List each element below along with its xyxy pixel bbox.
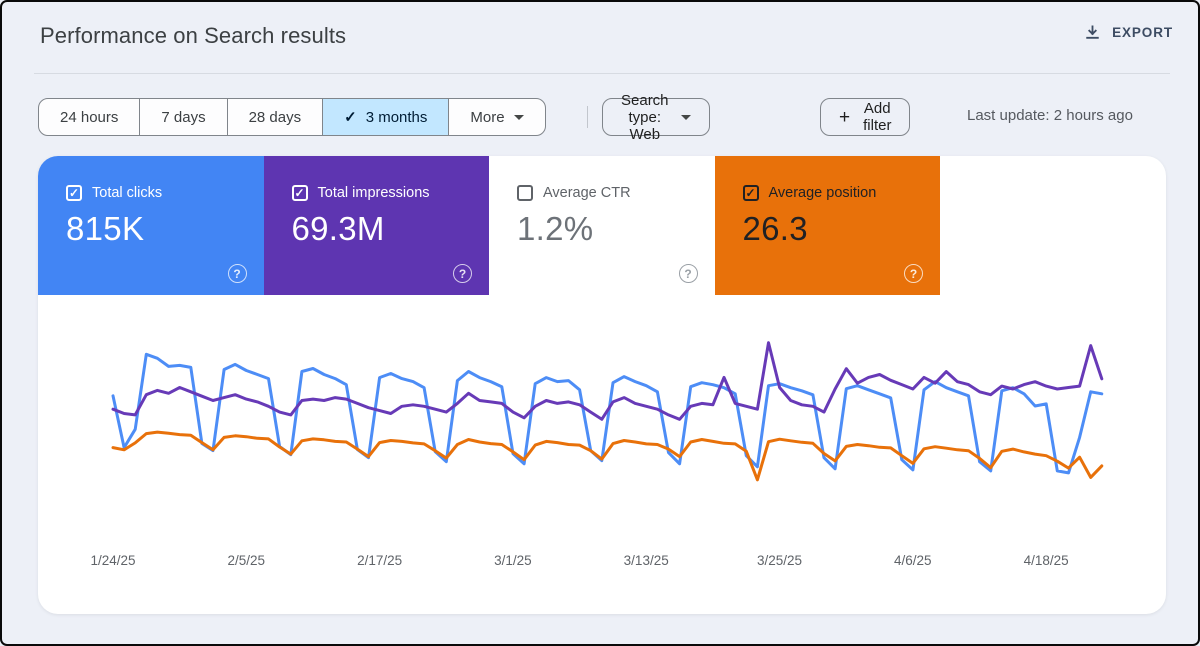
x-axis-tick-label: 3/25/25	[757, 553, 802, 568]
x-axis-tick-label: 4/18/25	[1024, 553, 1069, 568]
metric-label: Average position	[769, 185, 877, 201]
app-window: Performance on Search results EXPORT 24 …	[0, 0, 1200, 646]
performance-card: ✓ Total clicks 815K ? ✓ Total impression…	[38, 156, 1166, 614]
metric-tile-average-ctr[interactable]: Average CTR 1.2% ?	[489, 156, 715, 295]
metric-value: 69.3M	[292, 210, 490, 248]
filter-divider	[587, 106, 588, 128]
metric-tile-total-impressions[interactable]: ✓ Total impressions 69.3M ?	[264, 156, 490, 295]
date-range-label: 24 hours	[60, 109, 118, 126]
page-title: Performance on Search results	[40, 23, 346, 49]
metric-label: Total impressions	[318, 185, 430, 201]
last-update-text: Last update: 2 hours ago	[967, 107, 1177, 124]
x-axis-tick-label: 2/5/25	[228, 553, 266, 568]
filter-bar: 24 hours 7 days 28 days ✓ 3 months More …	[38, 98, 546, 136]
x-axis-tick-label: 3/13/25	[624, 553, 669, 568]
add-filter-label: Add filter	[863, 100, 891, 134]
metric-tiles: ✓ Total clicks 815K ? ✓ Total impression…	[38, 156, 1166, 295]
help-icon[interactable]: ?	[679, 264, 698, 283]
metric-value: 815K	[66, 210, 264, 248]
download-icon	[1084, 24, 1101, 41]
x-axis-tick-label: 4/6/25	[894, 553, 932, 568]
date-range-label: 7 days	[161, 109, 205, 126]
performance-line-chart[interactable]: 1/24/25 2/5/25 2/17/25 3/1/25 3/13/25 3/25/25…	[38, 295, 1166, 614]
checkbox-unchecked-icon[interactable]	[517, 185, 533, 201]
x-axis-tick-label: 3/1/25	[494, 553, 532, 568]
export-button[interactable]: EXPORT	[1084, 24, 1173, 41]
date-range-label: More	[470, 109, 504, 126]
plus-icon: +	[839, 108, 850, 127]
date-range-more[interactable]: More	[448, 99, 544, 135]
date-range-selector: 24 hours 7 days 28 days ✓ 3 months More	[38, 98, 546, 136]
date-range-28-days[interactable]: 28 days	[227, 99, 323, 135]
x-axis-tick-label: 1/24/25	[90, 553, 135, 568]
search-type-label: Search type: Web	[621, 92, 669, 143]
position-line[interactable]	[113, 432, 1102, 480]
date-range-7-days[interactable]: 7 days	[139, 99, 226, 135]
impressions-line[interactable]	[113, 343, 1102, 420]
export-label: EXPORT	[1112, 25, 1173, 40]
check-icon: ✓	[344, 108, 357, 126]
checkbox-checked-icon[interactable]: ✓	[743, 185, 759, 201]
help-icon[interactable]: ?	[453, 264, 472, 283]
metric-tile-average-position[interactable]: ✓ Average position 26.3 ?	[715, 156, 941, 295]
search-type-dropdown[interactable]: Search type: Web	[602, 98, 710, 136]
clicks-line[interactable]	[113, 354, 1102, 473]
checkbox-checked-icon[interactable]: ✓	[292, 185, 308, 201]
date-range-3-months[interactable]: ✓ 3 months	[322, 99, 448, 135]
metric-tile-total-clicks[interactable]: ✓ Total clicks 815K ?	[38, 156, 264, 295]
header-divider	[34, 73, 1170, 74]
chevron-down-icon	[681, 115, 691, 120]
chevron-down-icon	[514, 115, 524, 120]
metric-label: Average CTR	[543, 185, 631, 201]
checkbox-checked-icon[interactable]: ✓	[66, 185, 82, 201]
date-range-24-hours[interactable]: 24 hours	[39, 99, 139, 135]
help-icon[interactable]: ?	[904, 264, 923, 283]
help-icon[interactable]: ?	[228, 264, 247, 283]
metric-value: 1.2%	[517, 210, 715, 248]
metric-value: 26.3	[743, 210, 941, 248]
x-axis-tick-label: 2/17/25	[357, 553, 402, 568]
date-range-label: 3 months	[366, 109, 428, 126]
metric-label: Total clicks	[92, 185, 162, 201]
date-range-label: 28 days	[249, 109, 302, 126]
add-filter-button[interactable]: + Add filter	[820, 98, 910, 136]
